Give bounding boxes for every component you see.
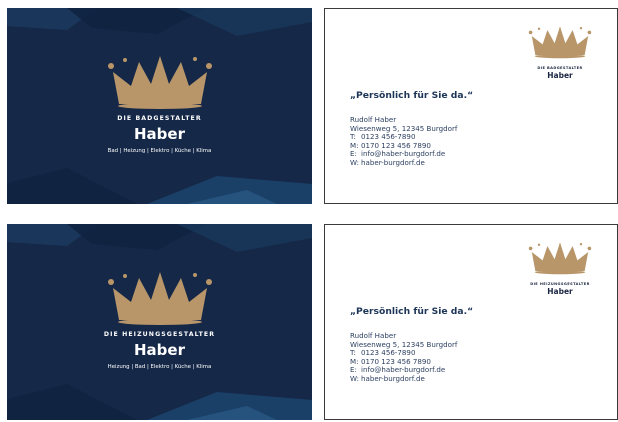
business-card-front-2: DIE HEIZUNGSGESTALTER Haber Heizung | Ba… xyxy=(7,224,312,420)
logo-tagline: DIE BADGESTALTER xyxy=(537,66,583,70)
contact-web: W: haber-burgdorf.de xyxy=(350,373,425,383)
company-tagline: DIE BADGESTALTER xyxy=(117,115,202,122)
slogan: „Persönlich für Sie da.“ xyxy=(350,90,474,101)
business-card-front-1: DIE BADGESTALTER Haber Bad | Heizung | E… xyxy=(7,8,312,204)
crown-logo-icon xyxy=(107,56,212,109)
contact-block: Rudolf Haber Wiesenweg 5, 12345 Burgdorf… xyxy=(350,115,457,168)
crown-logo-icon xyxy=(528,26,592,59)
logo: DIE HEIZUNGSGESTALTER Haber xyxy=(521,241,599,296)
crown-logo-icon xyxy=(107,272,212,325)
logo-name: Haber xyxy=(547,71,573,80)
logo-name: Haber xyxy=(547,287,573,296)
contact-web: W: haber-burgdorf.de xyxy=(350,157,425,167)
slogan: „Persönlich für Sie da.“ xyxy=(350,306,474,317)
company-name: Haber xyxy=(134,125,185,143)
business-card-back-1: DIE BADGESTALTER Haber „Persönlich für S… xyxy=(324,8,618,204)
company-name: Haber xyxy=(134,341,185,359)
services-list: Bad | Heizung | Elektro | Küche | Klima xyxy=(107,148,212,154)
logo-tagline: DIE HEIZUNGSGESTALTER xyxy=(530,282,590,286)
crown-logo-icon xyxy=(528,242,592,275)
logo: DIE BADGESTALTER Haber xyxy=(521,25,599,80)
business-card-back-2: DIE HEIZUNGSGESTALTER Haber „Persönlich … xyxy=(324,224,618,420)
contact-block: Rudolf Haber Wiesenweg 5, 12345 Burgdorf… xyxy=(350,331,457,384)
services-list: Heizung | Bad | Elektro | Küche | Klima xyxy=(107,364,212,370)
company-tagline: DIE HEIZUNGSGESTALTER xyxy=(103,331,216,338)
